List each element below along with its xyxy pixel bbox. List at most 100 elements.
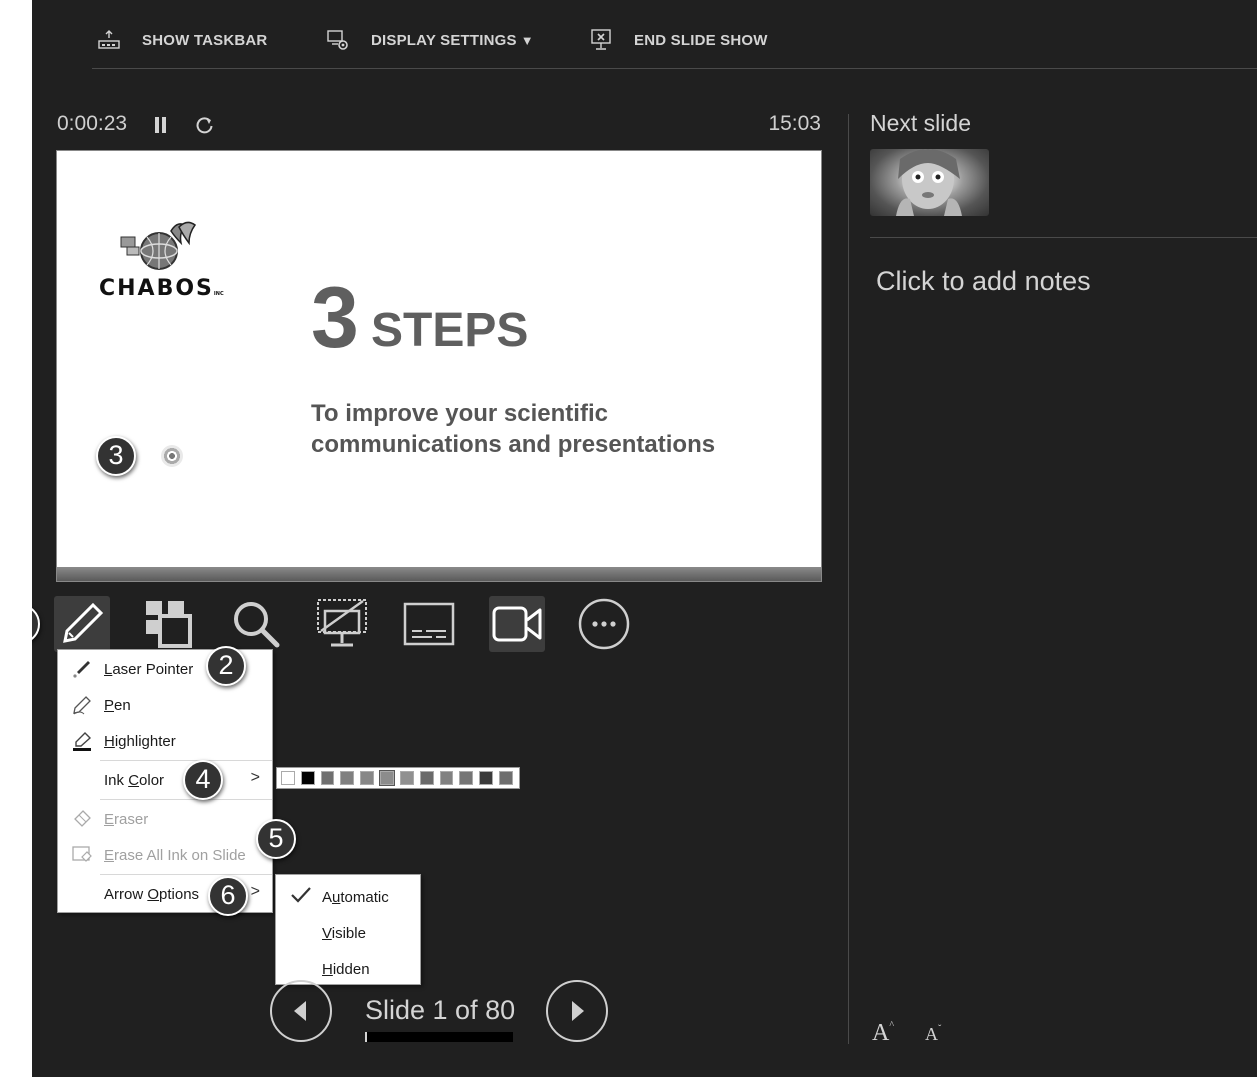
clock: 15:03 bbox=[768, 112, 821, 135]
eraser-icon bbox=[74, 810, 91, 827]
next-arrow-icon bbox=[572, 1001, 584, 1021]
caret-down-icon: ˇ bbox=[938, 1024, 942, 1035]
increase-font-label: A bbox=[872, 1020, 890, 1046]
ink-color-swatch[interactable] bbox=[499, 771, 513, 785]
display-settings-icon bbox=[327, 30, 348, 50]
speaker-notes[interactable]: Click to add notes bbox=[876, 266, 1091, 297]
subtitles-button[interactable] bbox=[401, 596, 457, 652]
video-camera-icon bbox=[492, 606, 542, 642]
arrow-options-submenu: Automatic Visible Hidden bbox=[275, 874, 421, 985]
menu-item-erase-all-ink[interactable]: Erase All Ink on Slide bbox=[58, 840, 272, 870]
menu-label: Erase All Ink on Slide bbox=[104, 847, 246, 864]
slide-progress-bar bbox=[365, 1032, 513, 1042]
next-slide-thumbnail[interactable] bbox=[870, 149, 989, 216]
more-options-button[interactable] bbox=[576, 596, 632, 652]
callout-badge-5: 5 bbox=[256, 819, 296, 859]
submenu-label: Visible bbox=[322, 925, 366, 942]
arrow-option-automatic[interactable]: Automatic bbox=[276, 879, 420, 909]
ink-color-palette bbox=[276, 767, 520, 789]
decrease-font-label: A bbox=[925, 1024, 938, 1044]
menu-separator bbox=[100, 799, 272, 800]
black-screen-button[interactable] bbox=[314, 596, 370, 652]
ink-color-swatch[interactable] bbox=[300, 771, 315, 785]
callout-badge-3: 3 bbox=[96, 436, 136, 476]
show-taskbar-button[interactable]: SHOW TASKBAR bbox=[98, 28, 267, 52]
display-settings-button[interactable]: DISPLAY SETTINGS ▼ bbox=[327, 28, 534, 52]
arrow-option-hidden[interactable]: Hidden bbox=[276, 951, 420, 981]
restart-timer-icon[interactable] bbox=[195, 115, 215, 135]
logo-wordmark: CHABOS bbox=[99, 276, 214, 301]
menu-label: Highlighter bbox=[104, 733, 176, 750]
slide-subtitle: To improve your scientific communication… bbox=[311, 400, 716, 458]
subtitles-icon bbox=[403, 602, 455, 646]
erase-all-icon bbox=[72, 846, 92, 862]
submenu-label: Automatic bbox=[322, 889, 389, 906]
ink-color-swatch[interactable] bbox=[479, 771, 494, 785]
pen-tool-icon bbox=[63, 602, 104, 643]
ink-color-swatch[interactable] bbox=[459, 771, 474, 785]
ink-color-swatch[interactable] bbox=[399, 771, 414, 785]
ink-color-swatch[interactable] bbox=[340, 771, 355, 785]
end-slide-show-icon bbox=[591, 29, 611, 50]
caret-up-icon: ^ bbox=[889, 1020, 895, 1031]
menu-label: Arrow Options bbox=[104, 886, 200, 903]
black-screen-icon bbox=[317, 599, 367, 647]
menu-separator bbox=[100, 760, 272, 761]
menu-item-eraser[interactable]: Eraser bbox=[58, 804, 272, 834]
slide-grid-icon bbox=[146, 601, 192, 648]
end-slide-show-label: END SLIDE SHOW bbox=[634, 31, 768, 49]
menu-label: Eraser bbox=[104, 811, 149, 828]
laser-pointer-dot bbox=[161, 445, 183, 467]
elapsed-timer: 0:00:23 bbox=[57, 112, 128, 135]
callout-badge-4: 4 bbox=[183, 760, 223, 800]
child-photo-icon bbox=[896, 149, 962, 216]
slide-counter[interactable]: Slide 1 of 80 bbox=[365, 995, 515, 1026]
highlighter-icon bbox=[73, 732, 92, 751]
arrow-option-visible[interactable]: Visible bbox=[276, 915, 420, 945]
checkmark-icon bbox=[291, 887, 311, 903]
logo-suffix: INC bbox=[213, 291, 224, 297]
callout-badge-1: 1 bbox=[32, 604, 40, 644]
current-slide[interactable]: CHABOSINC 3 STEPS To improve your scient… bbox=[56, 150, 822, 582]
pen-options-menu: Laser Pointer Pen Highlighter Ink Color … bbox=[57, 649, 273, 913]
more-options-icon bbox=[578, 598, 630, 650]
slide-heading: STEPS bbox=[371, 304, 529, 357]
ink-color-swatch[interactable] bbox=[419, 771, 434, 785]
pause-icon[interactable] bbox=[154, 116, 168, 134]
callout-badge-6: 6 bbox=[208, 876, 248, 916]
menu-item-highlighter[interactable]: Highlighter bbox=[58, 726, 272, 756]
increase-notes-font-button[interactable]: A^ bbox=[872, 1020, 894, 1047]
pen-laser-tools-button[interactable] bbox=[54, 596, 110, 652]
menu-label: Ink Color bbox=[104, 772, 165, 789]
taskbar-icon bbox=[98, 30, 120, 49]
zoom-button[interactable] bbox=[228, 596, 284, 652]
previous-slide-button[interactable] bbox=[270, 980, 332, 1042]
camera-toggle-button[interactable] bbox=[489, 596, 545, 652]
display-settings-dropdown-arrow: ▼ bbox=[520, 32, 534, 48]
presenter-view: SHOW TASKBAR DISPLAY SETTINGS ▼ END SLID… bbox=[32, 0, 1257, 1077]
ink-color-swatch[interactable] bbox=[379, 770, 395, 786]
notes-divider bbox=[870, 237, 1257, 238]
menu-item-pen[interactable]: Pen bbox=[58, 690, 272, 720]
ink-color-swatch[interactable] bbox=[320, 771, 335, 785]
end-slide-show-button[interactable]: END SLIDE SHOW bbox=[590, 28, 768, 52]
display-settings-label: DISPLAY SETTINGS bbox=[371, 31, 517, 49]
next-slide-button[interactable] bbox=[546, 980, 608, 1042]
submenu-chevron-icon: > bbox=[250, 883, 260, 900]
chabos-logo-icon bbox=[120, 221, 197, 270]
previous-arrow-icon bbox=[294, 1001, 306, 1021]
ink-color-swatch[interactable] bbox=[439, 771, 454, 785]
slide-footer-bar bbox=[57, 567, 821, 581]
presenter-top-bar: SHOW TASKBAR DISPLAY SETTINGS ▼ END SLID… bbox=[92, 0, 1257, 69]
menu-separator bbox=[100, 874, 272, 875]
ink-color-swatch[interactable] bbox=[360, 771, 375, 785]
ink-color-swatch[interactable] bbox=[281, 771, 295, 785]
slide-progress-fill bbox=[365, 1032, 367, 1042]
pane-divider[interactable] bbox=[848, 114, 849, 1044]
menu-item-ink-color[interactable]: Ink Color > bbox=[58, 765, 272, 795]
callout-badge-2: 2 bbox=[206, 646, 246, 686]
decrease-notes-font-button[interactable]: Aˇ bbox=[925, 1024, 941, 1045]
submenu-label: Hidden bbox=[322, 961, 370, 978]
chabos-logo-text: CHABOSINC bbox=[99, 276, 224, 301]
see-all-slides-button[interactable] bbox=[140, 596, 196, 652]
